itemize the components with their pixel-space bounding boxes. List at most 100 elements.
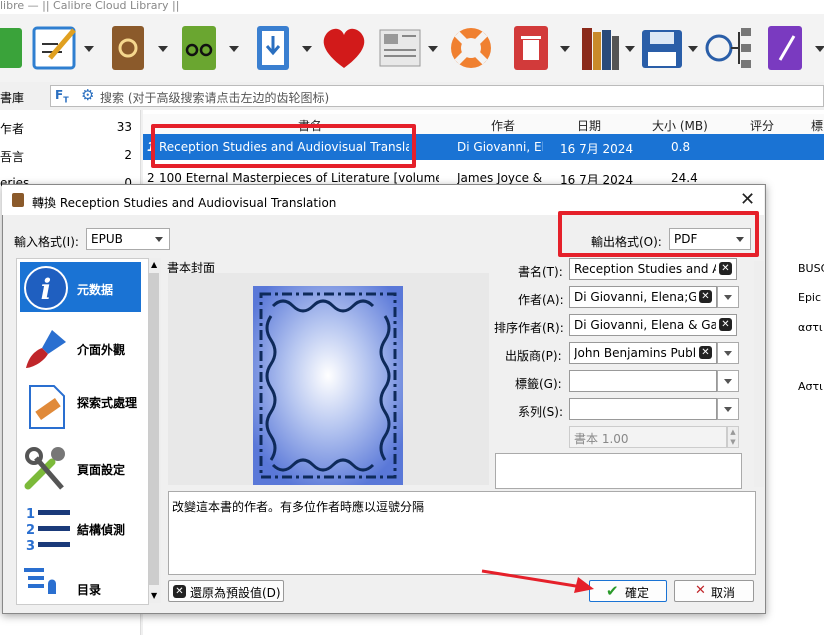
- highlight-box: [558, 211, 759, 257]
- tag-item-languages[interactable]: 吾言 2: [0, 148, 136, 165]
- clear-icon[interactable]: ✕: [699, 346, 712, 359]
- column-author[interactable]: 作者: [491, 117, 515, 134]
- tags-dropdown[interactable]: [717, 370, 739, 392]
- svg-text:3: 3: [26, 539, 35, 552]
- series-field[interactable]: [569, 398, 717, 420]
- author-sort-value: Di Giovanni, Elena & Gamb: [574, 318, 716, 332]
- ok-label: 確定: [625, 586, 650, 600]
- add-book-icon[interactable]: [0, 22, 28, 74]
- save-to-disk-icon[interactable]: [640, 22, 688, 74]
- nav-metadata[interactable]: i 元数据: [20, 262, 145, 314]
- info-icon: i: [24, 266, 68, 310]
- nav-structure-detection[interactable]: 1 2 3 結構偵測: [20, 502, 145, 554]
- tag-item-authors[interactable]: 乍者 33: [0, 120, 136, 137]
- cancel-button[interactable]: ✕ 取消: [674, 580, 754, 602]
- spinbox-arrows[interactable]: ▲ ▼: [727, 426, 739, 448]
- publisher-field[interactable]: John Benjamins Publisl ✕: [569, 342, 717, 364]
- input-format-label: 輸入格式(I):: [14, 235, 79, 249]
- chevron-down-icon[interactable]: ▼: [151, 591, 157, 600]
- series-index-spinbox[interactable]: 書本 1.00: [569, 426, 727, 448]
- gear-icon[interactable]: ⚙: [81, 86, 94, 104]
- tag-label: 吾言: [0, 150, 25, 164]
- restore-icon: ✕: [173, 585, 186, 598]
- view-book-icon[interactable]: [180, 22, 228, 74]
- find-type-icon[interactable]: FT: [55, 88, 69, 104]
- book-cover-image[interactable]: [253, 286, 403, 485]
- chevron-down-icon[interactable]: [302, 46, 312, 52]
- nav-page-setup[interactable]: 頁面設定: [20, 442, 145, 494]
- edit-metadata-icon[interactable]: [32, 22, 80, 74]
- connect-share-icon[interactable]: [705, 22, 753, 74]
- restore-defaults-button[interactable]: ✕ 還原為預設值(D): [168, 580, 284, 602]
- row-author: James Joyce &...: [457, 171, 543, 185]
- nav-label: 元数据: [77, 283, 114, 297]
- column-size[interactable]: 大小 (MB): [652, 117, 708, 134]
- restore-defaults-label: 還原為預設值(D): [190, 586, 281, 600]
- news-icon[interactable]: [378, 22, 426, 74]
- column-rating[interactable]: 评分: [750, 117, 774, 134]
- chevron-down-icon[interactable]: [688, 46, 698, 52]
- convert-books-icon[interactable]: [108, 22, 156, 74]
- column-tags[interactable]: 標: [811, 117, 823, 134]
- ok-button[interactable]: ✔ 確定: [589, 580, 667, 602]
- input-format-select[interactable]: EPUB: [86, 228, 170, 250]
- column-date[interactable]: 日期: [577, 117, 601, 134]
- tags-field[interactable]: [569, 370, 717, 392]
- row-number: 2: [147, 171, 155, 185]
- row-tag-snippet: αστι: [798, 321, 823, 334]
- author-sort-field[interactable]: Di Giovanni, Elena & Gamb ✕: [569, 314, 737, 336]
- title-value: Reception Studies and Au: [574, 262, 716, 276]
- chevron-down-icon[interactable]: [84, 46, 94, 52]
- tools-icon: [24, 447, 65, 490]
- chevron-down-icon[interactable]: [560, 46, 570, 52]
- check-icon: ✔: [606, 582, 619, 600]
- chevron-down-icon: [724, 295, 732, 300]
- row-date: 16 7月 2024: [560, 142, 634, 156]
- chevron-down-icon[interactable]: [158, 46, 168, 52]
- svg-text:i: i: [41, 273, 52, 306]
- chevron-up-icon[interactable]: ▲: [151, 260, 157, 269]
- highlight-box: [151, 124, 416, 168]
- author-sort-label: 排序作者(R):: [494, 321, 564, 335]
- clear-icon[interactable]: ✕: [719, 262, 732, 275]
- window-title: libre — || Calibre Cloud Library ||: [0, 0, 824, 14]
- tag-label: 乍者: [0, 122, 25, 136]
- donate-heart-icon[interactable]: [318, 22, 366, 74]
- series-dropdown[interactable]: [717, 398, 739, 420]
- author-field[interactable]: Di Giovanni, Elena;Gan ✕: [569, 286, 717, 308]
- library-icon[interactable]: [582, 22, 630, 74]
- convert-app-icon: [12, 193, 24, 207]
- comments-editor[interactable]: [495, 453, 742, 489]
- close-icon[interactable]: ✕: [740, 189, 755, 210]
- series-index-value: 書本 1.00: [574, 432, 629, 446]
- chevron-down-icon[interactable]: [625, 46, 635, 52]
- download-icon[interactable]: [255, 22, 303, 74]
- remove-books-icon[interactable]: [512, 22, 560, 74]
- main-toolbar: [0, 14, 824, 83]
- publisher-dropdown[interactable]: [717, 342, 739, 364]
- title-field[interactable]: Reception Studies and Au ✕: [569, 258, 737, 280]
- help-text: 改變這本書的作者。有多位作者時應以逗號分隔: [172, 500, 425, 514]
- chevron-down-icon[interactable]: [428, 46, 438, 52]
- row-size: 24.4: [671, 171, 698, 185]
- nav-scrollbar-thumb[interactable]: [149, 273, 159, 585]
- annotation-arrow: [481, 569, 594, 593]
- chevron-down-icon[interactable]: [815, 46, 824, 52]
- clear-icon[interactable]: ✕: [699, 290, 712, 303]
- nav-toc[interactable]: 目录: [20, 562, 145, 602]
- input-format-value: EPUB: [91, 232, 123, 246]
- nav-heuristics[interactable]: 探索式處理: [20, 382, 145, 434]
- series-label: 系列(S):: [518, 405, 564, 419]
- author-dropdown[interactable]: [717, 286, 739, 308]
- help-icon[interactable]: [446, 22, 494, 74]
- row-tag-snippet: BUSC: [798, 262, 824, 275]
- nav-label: 結構偵測: [77, 523, 126, 537]
- chevron-down-icon[interactable]: [229, 46, 239, 52]
- clear-icon[interactable]: ✕: [719, 318, 732, 331]
- library-label: 書庫: [0, 91, 25, 105]
- author-label: 作者(A):: [518, 293, 564, 307]
- nav-look-and-feel[interactable]: 介面外觀: [20, 322, 145, 374]
- edit-book-icon[interactable]: [766, 22, 814, 74]
- metadata-scrollbar[interactable]: [754, 261, 764, 487]
- row-title: 100 Eternal Masterpieces of Literature […: [159, 171, 439, 185]
